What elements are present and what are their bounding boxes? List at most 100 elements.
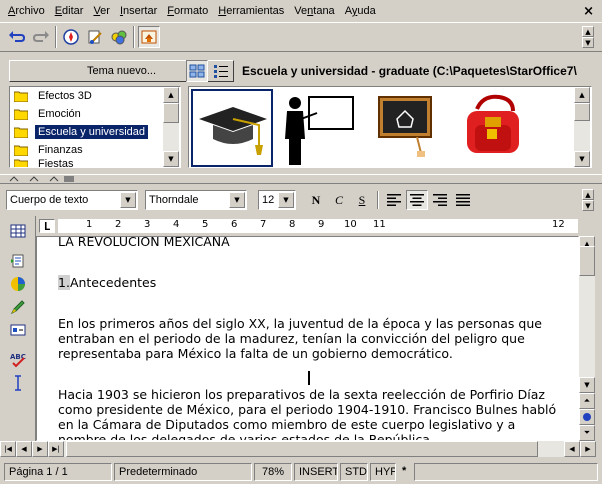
doc-heading: 1.Antecedentes xyxy=(58,275,157,290)
graduate-cap-icon[interactable] xyxy=(191,89,273,167)
toolbar-scroll-spinner[interactable]: ▲ ▼ xyxy=(582,189,594,211)
status-page-style[interactable]: Predeterminado xyxy=(114,463,252,481)
font-size-select[interactable]: 12 ▼ xyxy=(258,190,296,210)
text-cursor-button[interactable] xyxy=(7,372,29,394)
insert-fields-button[interactable] xyxy=(7,250,29,272)
form-functions-button[interactable] xyxy=(7,319,29,341)
previous-page-icon[interactable]: ⏶ xyxy=(579,393,595,409)
tab-stop-selector[interactable]: L xyxy=(39,219,55,233)
status-selection-mode[interactable]: STD xyxy=(340,463,368,481)
gallery-panel: Tema nuevo... Escuela y universidad - gr… xyxy=(0,52,602,174)
document-horizontal-scrollbar[interactable]: |◀ ◀ ▶ ▶| ◀ ▶ xyxy=(0,441,596,457)
chevron-down-icon[interactable]: ▼ xyxy=(574,151,590,167)
insert-object-button[interactable] xyxy=(7,273,29,295)
theme-item[interactable]: Finanzas xyxy=(10,141,180,159)
chevron-down-icon[interactable]: ▼ xyxy=(278,192,294,208)
ruler-track: 1 2 3 4 5 6 7 8 9 10 11 12 xyxy=(58,219,578,233)
status-zoom[interactable]: 78% xyxy=(254,463,292,481)
chevron-left-icon[interactable]: ◀ xyxy=(16,441,32,457)
chevron-down-icon[interactable]: ▼ xyxy=(163,151,179,167)
navigation-icon[interactable] xyxy=(579,409,595,425)
gallery-preview-scrollbar[interactable]: ▲ ▼ xyxy=(574,87,590,167)
theme-item[interactable]: Emoción xyxy=(10,105,180,123)
scrollbar-thumb[interactable] xyxy=(579,246,595,276)
main-toolbar: ABC xyxy=(0,216,36,456)
status-hyperlink-mode[interactable]: HYP xyxy=(370,463,396,481)
chevron-up-icon[interactable]: ▲ xyxy=(582,26,594,37)
last-icon[interactable]: ▶| xyxy=(48,441,64,457)
draw-functions-button[interactable] xyxy=(7,296,29,318)
chevron-right-icon[interactable]: ▶ xyxy=(32,441,48,457)
insert-table-button[interactable] xyxy=(7,220,29,242)
stylist-icon[interactable] xyxy=(84,26,106,48)
table-icon xyxy=(10,224,26,238)
chevron-left-icon[interactable]: ◀ xyxy=(564,441,580,457)
horizontal-ruler[interactable]: 1 2 3 4 5 6 7 8 9 10 11 12 xyxy=(36,216,592,236)
menu-archivo[interactable]: Archivo xyxy=(3,1,50,21)
align-left-button[interactable] xyxy=(383,190,405,210)
gallery-preview xyxy=(188,86,592,168)
scrollbar-thumb[interactable] xyxy=(163,103,179,123)
italic-button[interactable]: C xyxy=(328,190,350,210)
menu-insertar[interactable]: Insertar xyxy=(115,1,162,21)
document-vertical-scrollbar[interactable]: ▲ ▼ ⏶ ⏷ xyxy=(579,236,595,441)
underline-button[interactable]: S xyxy=(351,190,373,210)
text-cursor-icon xyxy=(15,375,21,391)
justify-icon xyxy=(456,194,470,206)
next-page-icon[interactable]: ⏷ xyxy=(579,425,595,441)
toolbar-separator xyxy=(55,26,57,48)
scrollbar-thumb[interactable] xyxy=(574,103,590,121)
undo-arrow-icon[interactable] xyxy=(6,26,28,48)
folder-icon xyxy=(14,159,28,167)
theme-item[interactable]: Efectos 3D xyxy=(10,87,180,105)
align-right-button[interactable] xyxy=(429,190,451,210)
scrollbar-thumb[interactable] xyxy=(66,441,538,457)
chevron-down-icon[interactable]: ▼ xyxy=(579,377,595,393)
navigator-compass-icon[interactable] xyxy=(60,26,82,48)
chevron-down-icon[interactable]: ▼ xyxy=(582,37,594,48)
redo-arrow-icon[interactable] xyxy=(30,26,52,48)
school-bag-icon[interactable] xyxy=(453,89,535,167)
align-right-icon xyxy=(433,194,447,206)
icon-view-button[interactable] xyxy=(186,60,208,82)
status-info xyxy=(414,463,598,481)
theme-list-scrollbar[interactable]: ▲ ▼ xyxy=(163,87,179,167)
align-center-button[interactable] xyxy=(406,190,428,210)
close-document-icon[interactable]: × xyxy=(583,4,594,19)
document-canvas[interactable]: LA REVOLUCIÓN MEXICANA 1.Antecedentes En… xyxy=(36,236,579,441)
menu-ayuda[interactable]: Ayuda xyxy=(340,1,381,21)
justify-button[interactable] xyxy=(452,190,474,210)
folder-icon xyxy=(14,127,28,138)
first-icon[interactable]: |◀ xyxy=(0,441,16,457)
spellcheck-button[interactable]: ABC xyxy=(7,349,29,371)
menu-formato[interactable]: Formato xyxy=(162,1,213,21)
doc-paragraph: En los primeros años del siglo XX, la ju… xyxy=(58,316,542,361)
chevron-right-icon[interactable]: ▶ xyxy=(580,441,596,457)
theme-item[interactable]: Fiestas xyxy=(10,159,180,167)
menu-herramientas[interactable]: Herramientas xyxy=(213,1,289,21)
gallery-splitter[interactable] xyxy=(0,174,602,184)
chevron-down-icon[interactable]: ▼ xyxy=(120,192,136,208)
folder-icon xyxy=(14,109,28,120)
toolbar-scroll-spinner[interactable]: ▲ ▼ xyxy=(582,26,594,48)
detail-view-button[interactable] xyxy=(210,60,232,82)
chevron-up-icon[interactable]: ▲ xyxy=(163,87,179,103)
font-name-select[interactable]: Thorndale ▼ xyxy=(145,190,247,210)
chevron-down-icon[interactable]: ▼ xyxy=(229,192,245,208)
chevron-up-icon[interactable]: ▲ xyxy=(582,189,594,200)
teacher-board-icon[interactable] xyxy=(277,89,359,167)
data-sources-icon[interactable] xyxy=(138,26,160,48)
paragraph-style-select[interactable]: Cuerpo de texto ▼ xyxy=(6,190,138,210)
menu-ventana[interactable]: Ventana xyxy=(289,1,339,21)
status-insert-mode[interactable]: INSERT xyxy=(294,463,338,481)
chevron-down-icon[interactable]: ▼ xyxy=(582,200,594,211)
document-body[interactable]: LA REVOLUCIÓN MEXICANA 1.Antecedentes En… xyxy=(58,237,558,440)
gallery-icon[interactable] xyxy=(108,26,130,48)
chalkboard-icon[interactable] xyxy=(367,89,449,167)
theme-item-selected[interactable]: Escuela y universidad xyxy=(10,123,180,141)
menu-ver[interactable]: Ver xyxy=(88,1,115,21)
chevron-up-icon[interactable]: ▲ xyxy=(574,87,590,103)
status-page-number[interactable]: Página 1 / 1 xyxy=(4,463,112,481)
bold-button[interactable]: N xyxy=(305,190,327,210)
menu-editar[interactable]: Editar xyxy=(50,1,89,21)
